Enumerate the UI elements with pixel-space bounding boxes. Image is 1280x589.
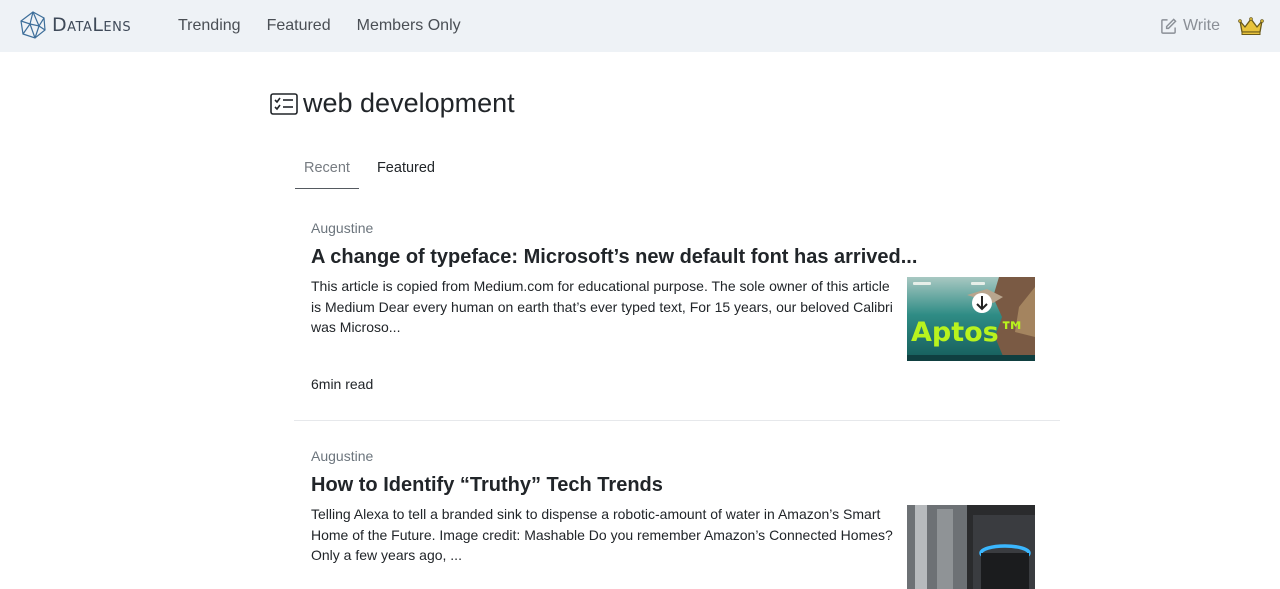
- brand-link[interactable]: DataLens: [18, 10, 131, 40]
- article-title[interactable]: How to Identify “Truthy” Tech Trends: [311, 474, 663, 497]
- article-author[interactable]: Augustine: [311, 448, 373, 464]
- article-card[interactable]: Augustine How to Identify “Truthy” Tech …: [294, 440, 1060, 589]
- datalens-logo-icon: [18, 10, 48, 40]
- write-button[interactable]: Write: [1160, 17, 1220, 35]
- article-excerpt: This article is copied from Medium.com f…: [311, 278, 893, 335]
- checklist-icon: [270, 92, 298, 115]
- article-author[interactable]: Augustine: [311, 220, 373, 236]
- topic-tabs: Recent Featured: [295, 150, 444, 189]
- crown-icon[interactable]: [1238, 16, 1264, 36]
- tab-featured[interactable]: Featured: [368, 150, 444, 189]
- article-thumbnail[interactable]: [907, 505, 1035, 589]
- nav-link-featured[interactable]: Featured: [254, 17, 344, 35]
- nav-link-members-only[interactable]: Members Only: [344, 17, 474, 35]
- nav-actions: Write: [1160, 0, 1264, 52]
- write-label: Write: [1182, 17, 1220, 34]
- article-card[interactable]: Augustine A change of typeface: Microsof…: [294, 212, 1060, 421]
- main-nav: Trending Featured Members Only: [165, 0, 474, 52]
- edit-icon: [1161, 17, 1177, 34]
- article-excerpt: Telling Alexa to tell a branded sink to …: [311, 506, 893, 563]
- topic-header: web development: [270, 88, 515, 119]
- tab-recent[interactable]: Recent: [295, 150, 359, 189]
- article-title[interactable]: A change of typeface: Microsoft’s new de…: [311, 246, 917, 269]
- article-read-time: 6min read: [311, 376, 374, 392]
- brand-name: DataLens: [52, 14, 132, 36]
- thumbnail-wordmark: Aptos™: [911, 317, 1026, 348]
- nav-link-trending[interactable]: Trending: [165, 17, 254, 35]
- top-navbar: DataLens Trending Featured Members Only …: [0, 0, 1280, 52]
- page-title: web development: [303, 88, 515, 118]
- article-thumbnail[interactable]: Aptos™: [907, 277, 1035, 361]
